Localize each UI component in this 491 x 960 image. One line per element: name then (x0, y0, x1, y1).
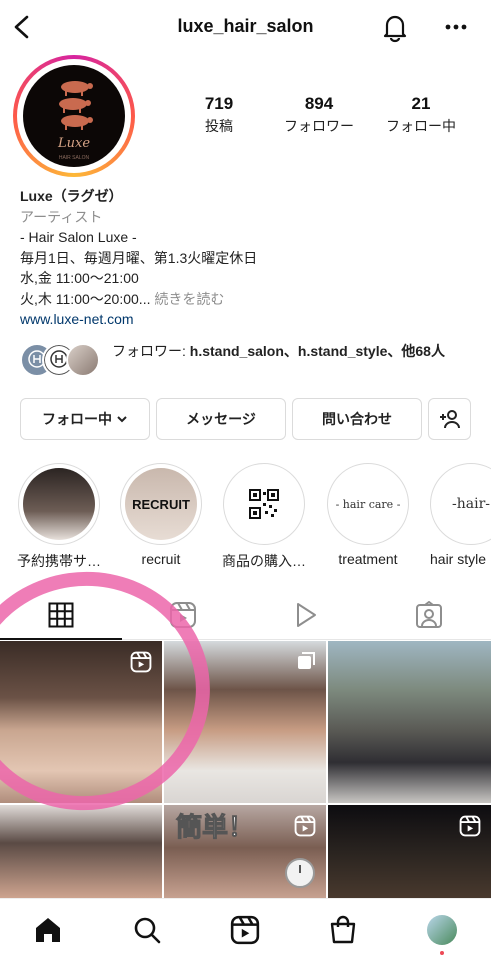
posts-count: 719 (204, 94, 234, 113)
play-icon (297, 603, 316, 627)
highlight-item[interactable]: 商品の購入… (222, 463, 306, 571)
nav-profile[interactable] (425, 913, 459, 947)
posts-grid: 簡単！ (0, 641, 491, 898)
suggested-accounts-button[interactable] (428, 398, 471, 440)
timer-icon (285, 858, 315, 888)
tab-reels[interactable] (122, 590, 244, 640)
highlight-cover (228, 468, 300, 540)
shopping-bag-icon (330, 915, 356, 944)
website-link[interactable]: www.luxe-net.com (20, 309, 480, 330)
highlight-label: 予約携帯サ… (17, 553, 101, 569)
reels-badge-icon (459, 815, 481, 837)
active-tab-indicator (0, 638, 122, 640)
highlight-item[interactable]: - hair care - treatment (327, 463, 409, 567)
highlight-cover (23, 468, 95, 540)
chevron-down-icon (117, 416, 127, 423)
reels-badge-icon (130, 651, 152, 673)
nav-home[interactable] (31, 913, 65, 947)
top-bar: luxe_hair_salon (0, 0, 491, 56)
tab-tagged[interactable] (368, 590, 490, 640)
post-thumbnail[interactable] (0, 641, 162, 803)
reels-icon (170, 602, 196, 628)
highlight-cover: RECRUIT (125, 468, 197, 540)
highlight-label: hair style (430, 551, 487, 567)
home-icon (36, 918, 60, 942)
post-overlay-text: 簡単！ (175, 812, 255, 843)
highlight-item[interactable]: RECRUIT recruit (120, 463, 202, 567)
profile-bio: Luxe（ラグゼ） アーティスト - Hair Salon Luxe - 毎月1… (20, 186, 480, 330)
highlight-cover: - hair care - (332, 468, 404, 540)
mutual-followers-text[interactable]: フォロワー: h.stand_salon、h.stand_style、他68人 (112, 342, 477, 361)
post-thumbnail[interactable] (328, 641, 491, 803)
notification-dot (440, 951, 444, 955)
grid-icon (48, 602, 74, 628)
nav-search[interactable] (130, 913, 164, 947)
following-button[interactable]: フォロー中 (20, 398, 150, 440)
profile-tabs (0, 590, 491, 640)
following-stat[interactable]: 21 フォロー中 (366, 94, 476, 136)
post-thumbnail[interactable] (328, 805, 491, 898)
highlight-item[interactable]: -hair- hair style (430, 463, 491, 567)
message-button[interactable]: メッセージ (156, 398, 286, 440)
bio-line: 毎月1日、毎週月曜、第1.3火曜定休日 (20, 249, 258, 266)
bottom-navigation (0, 898, 491, 960)
posts-label: 投稿 (205, 118, 233, 134)
more-options-icon[interactable] (440, 12, 472, 42)
profile-category: アーティスト (20, 208, 103, 225)
highlight-label: recruit (141, 551, 181, 567)
search-icon (134, 917, 161, 944)
nav-reels[interactable] (228, 913, 262, 947)
bio-line: - Hair Salon Luxe - (20, 229, 137, 245)
salon-logo-image: Luxe HAIR SALON (23, 65, 125, 167)
post-thumbnail[interactable] (0, 805, 162, 898)
following-label: フォロー中 (386, 118, 456, 134)
tab-posts-grid[interactable] (0, 590, 122, 640)
tab-videos[interactable] (245, 590, 367, 640)
post-thumbnail[interactable] (164, 641, 326, 803)
highlight-label: treatment (338, 551, 398, 567)
profile-name: Luxe（ラグゼ） (20, 188, 123, 204)
avatar-logo-text: Luxe (57, 136, 91, 151)
qr-code-icon (249, 489, 279, 519)
followers-stat[interactable]: 894 フォロワー (264, 94, 374, 136)
tagged-person-icon (416, 601, 442, 628)
profile-avatar[interactable]: Luxe HAIR SALON (13, 55, 135, 177)
nav-shop[interactable] (326, 913, 360, 947)
posts-stat[interactable]: 719 投稿 (164, 94, 274, 136)
contact-button[interactable]: 問い合わせ (292, 398, 422, 440)
highlight-label: 商品の購入… (222, 553, 306, 569)
bio-line: 火,木 11:00～20:00... (20, 290, 151, 307)
followers-count: 894 (304, 94, 334, 113)
follower-avatar (66, 343, 100, 377)
reels-icon (230, 915, 260, 945)
profile-username-title: luxe_hair_salon (177, 16, 314, 36)
followers-label: フォロワー (284, 118, 354, 134)
avatar-sub-text: HAIR SALON (58, 155, 90, 161)
carousel-badge-icon (298, 652, 315, 669)
highlight-item[interactable]: 予約携帯サ… (17, 463, 101, 571)
profile-avatar-small (427, 915, 457, 945)
bell-icon[interactable] (378, 10, 412, 44)
post-thumbnail[interactable]: 簡単！ (164, 805, 326, 898)
highlight-cover: -hair- (435, 468, 491, 540)
following-count: 21 (411, 94, 431, 113)
bio-line: 水,金 11:00～21:00 (20, 270, 139, 286)
pig-logo-icon (59, 81, 93, 130)
mutual-followers-avatars[interactable] (20, 343, 102, 379)
read-more-link[interactable]: 続きを読む (154, 291, 224, 307)
reels-badge-icon (294, 815, 316, 837)
add-person-icon (439, 410, 460, 429)
